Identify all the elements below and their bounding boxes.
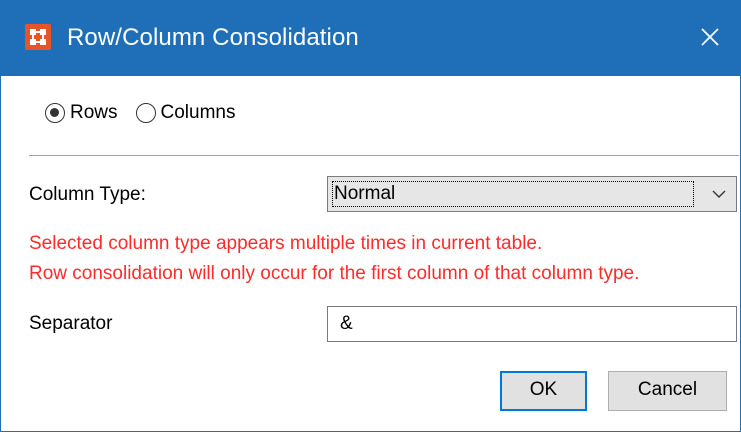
column-type-select[interactable]: Normal (327, 176, 737, 212)
window-title: Row/Column Consolidation (67, 24, 359, 51)
column-type-label: Column Type: (29, 184, 146, 205)
title-bar[interactable]: Row/Column Consolidation (1, 0, 740, 76)
radio-columns-label: Columns (160, 102, 236, 123)
radio-columns-indicator[interactable] (135, 103, 156, 123)
separator-label: Separator (29, 313, 113, 334)
dialog-window: Row/Column Consolidation Rows Columns Co… (0, 0, 741, 432)
close-button[interactable] (688, 16, 732, 60)
cancel-button[interactable]: Cancel (608, 371, 727, 411)
app-logo-icon (25, 24, 51, 50)
column-type-selected-value: Normal (332, 181, 694, 207)
warning-line-1: Selected column type appears multiple ti… (29, 233, 543, 254)
ok-button[interactable]: OK (500, 371, 587, 411)
radio-rows[interactable]: Rows (45, 102, 118, 124)
radio-rows-indicator[interactable] (45, 103, 65, 123)
radio-rows-label: Rows (70, 102, 118, 123)
close-icon (701, 28, 719, 46)
section-divider (29, 155, 739, 156)
radio-columns[interactable]: Columns (135, 102, 236, 124)
warning-line-2: Row consolidation will only occur for th… (29, 263, 640, 284)
consolidate-mode-group: Rows Columns (45, 96, 254, 130)
chevron-down-icon (712, 190, 726, 198)
separator-input[interactable] (327, 306, 737, 342)
